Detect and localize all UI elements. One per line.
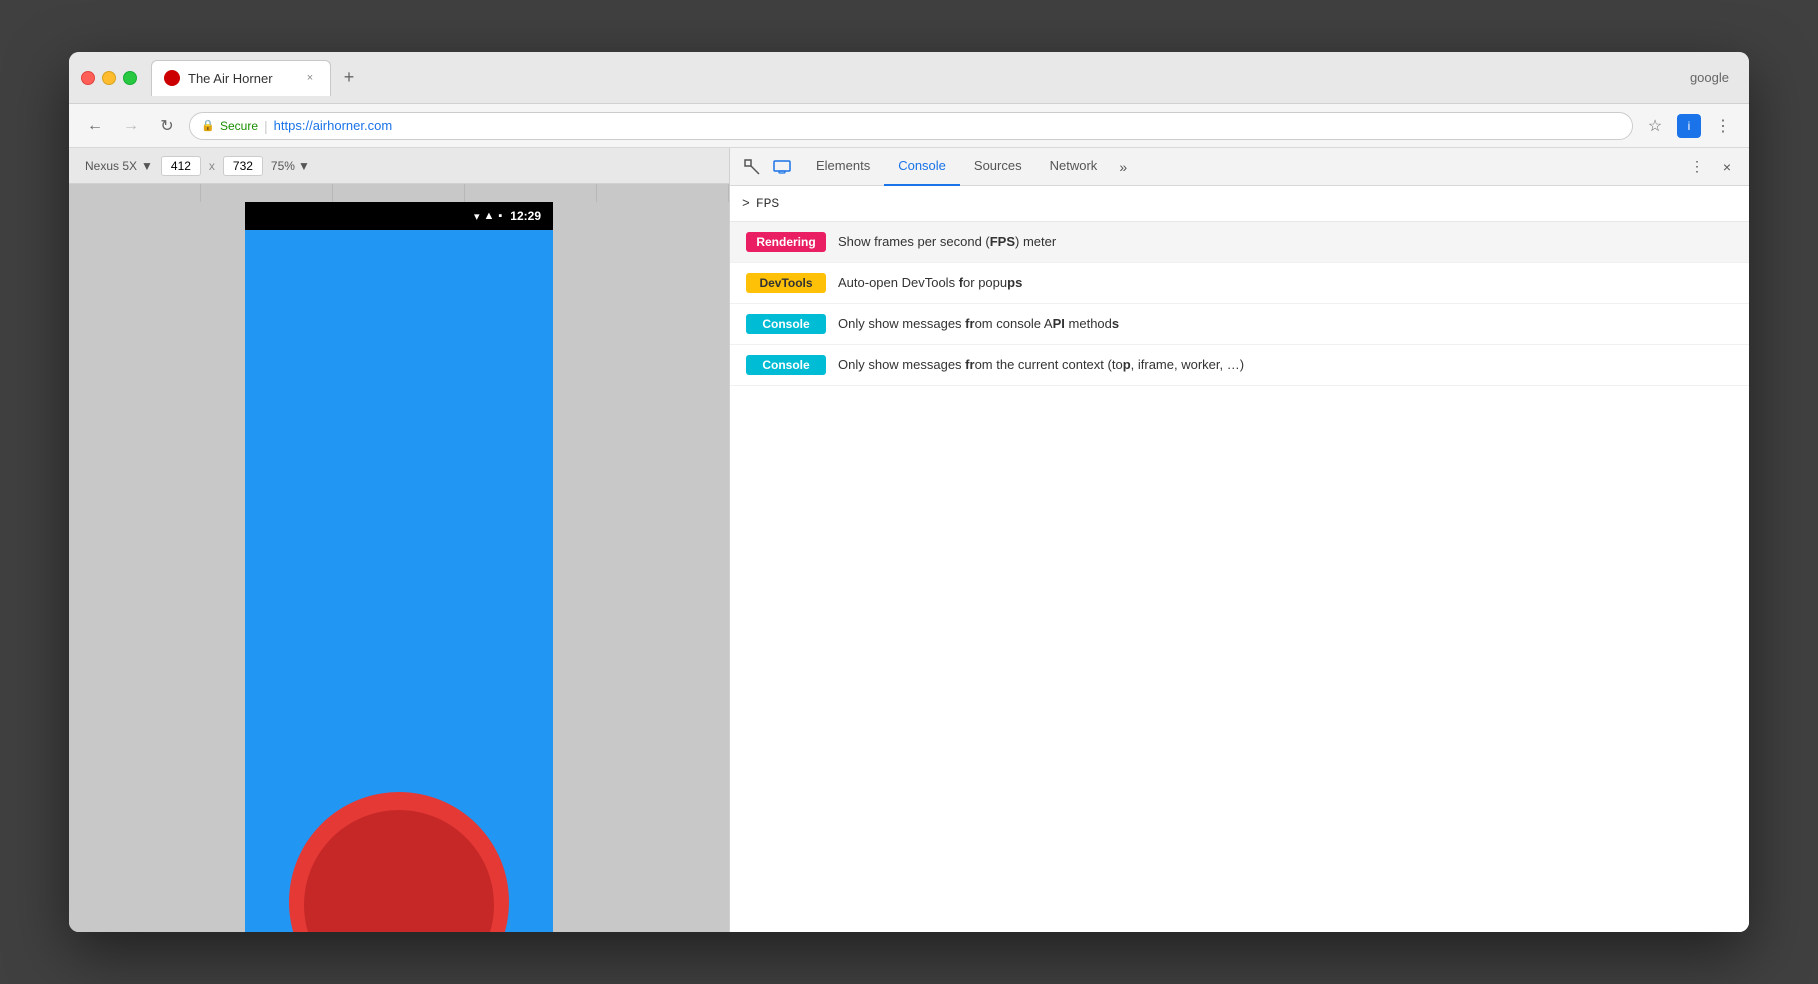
google-label: google bbox=[1690, 70, 1729, 85]
tab-favicon bbox=[164, 70, 180, 86]
width-input[interactable] bbox=[161, 156, 201, 176]
battery-icon: ▪ bbox=[498, 210, 502, 222]
device-name: Nexus 5X bbox=[85, 159, 137, 173]
tab-title: The Air Horner bbox=[188, 71, 294, 86]
autocomplete-item[interactable]: DevTools Auto-open DevTools for popups bbox=[730, 263, 1749, 304]
zoom-dropdown-icon: ▼ bbox=[298, 159, 310, 173]
autocomplete-text: Only show messages from console API meth… bbox=[838, 315, 1119, 333]
autocomplete-item[interactable]: Rendering Show frames per second (FPS) m… bbox=[730, 222, 1749, 263]
zoom-selector[interactable]: 75% ▼ bbox=[271, 159, 310, 173]
extension-button[interactable]: i bbox=[1677, 114, 1701, 138]
more-tabs-button[interactable]: » bbox=[1111, 155, 1135, 179]
autocomplete-item[interactable]: Console Only show messages from the curr… bbox=[730, 345, 1749, 386]
refresh-button[interactable]: ↻ bbox=[153, 112, 181, 140]
height-input[interactable] bbox=[223, 156, 263, 176]
autocomplete-results: Rendering Show frames per second (FPS) m… bbox=[730, 222, 1749, 932]
tab-area: The Air Horner × + bbox=[151, 60, 1682, 96]
autocomplete-text: Auto-open DevTools for popups bbox=[838, 274, 1022, 292]
browser-window: The Air Horner × + google ← → ↻ 🔒 Secure… bbox=[69, 52, 1749, 932]
devtools-close-button[interactable]: × bbox=[1713, 153, 1741, 181]
devtools-tabs: Elements Console Sources Network » bbox=[802, 148, 1681, 186]
console-badge: Console bbox=[746, 314, 826, 334]
nav-bar: ← → ↻ 🔒 Secure | https://airhorner.com ☆… bbox=[69, 104, 1749, 148]
devtools-more-button[interactable]: ⋮ bbox=[1683, 153, 1711, 181]
console-badge: Console bbox=[746, 355, 826, 375]
ruler-segment bbox=[69, 184, 201, 202]
phone-content bbox=[245, 230, 553, 932]
phone-status-bar: ▾ ▲ ▪ 12:29 bbox=[245, 202, 553, 230]
secure-label: Secure bbox=[220, 119, 258, 133]
bookmark-button[interactable]: ☆ bbox=[1641, 112, 1669, 140]
new-tab-button[interactable]: + bbox=[335, 64, 363, 92]
ruler-segment bbox=[597, 184, 729, 202]
tab-console[interactable]: Console bbox=[884, 148, 960, 186]
traffic-lights bbox=[81, 71, 137, 85]
url-separator: | bbox=[264, 118, 268, 134]
console-prompt: > bbox=[742, 196, 750, 211]
forward-button[interactable]: → bbox=[117, 112, 145, 140]
console-input-area: > bbox=[730, 186, 1749, 222]
tab-elements[interactable]: Elements bbox=[802, 148, 884, 186]
close-button[interactable] bbox=[81, 71, 95, 85]
tab-network[interactable]: Network bbox=[1036, 148, 1112, 186]
devtools-panel: Elements Console Sources Network » ⋮ × bbox=[729, 148, 1749, 932]
url-text: https://airhorner.com bbox=[274, 118, 393, 133]
ruler-segment bbox=[201, 184, 333, 202]
dimension-separator: x bbox=[209, 159, 215, 173]
zoom-level: 75% bbox=[271, 159, 295, 173]
devtools-toolbar: Elements Console Sources Network » ⋮ × bbox=[730, 148, 1749, 186]
active-tab[interactable]: The Air Horner × bbox=[151, 60, 331, 96]
device-toolbar-toggle[interactable] bbox=[768, 153, 796, 181]
back-button[interactable]: ← bbox=[81, 112, 109, 140]
console-input[interactable] bbox=[756, 196, 1737, 211]
browser-viewport: Nexus 5X ▼ x 75% ▼ bbox=[69, 148, 729, 932]
tab-close-button[interactable]: × bbox=[302, 70, 318, 86]
maximize-button[interactable] bbox=[123, 71, 137, 85]
autocomplete-text: Show frames per second (FPS) meter bbox=[838, 233, 1056, 251]
wifi-icon: ▾ bbox=[474, 210, 480, 223]
lock-icon: 🔒 bbox=[202, 119, 214, 133]
device-selector[interactable]: Nexus 5X ▼ bbox=[85, 159, 153, 173]
rendering-badge: Rendering bbox=[746, 232, 826, 252]
main-content: Nexus 5X ▼ x 75% ▼ bbox=[69, 148, 1749, 932]
chrome-menu-button[interactable]: ⋮ bbox=[1709, 112, 1737, 140]
phone-screen: ▾ ▲ ▪ 12:29 bbox=[245, 202, 553, 932]
device-dropdown-icon: ▼ bbox=[141, 159, 153, 173]
devtools-actions: ⋮ × bbox=[1683, 153, 1741, 181]
autocomplete-text: Only show messages from the current cont… bbox=[838, 356, 1244, 374]
ruler-segment bbox=[465, 184, 597, 202]
inspect-element-button[interactable] bbox=[738, 153, 766, 181]
device-toolbar: Nexus 5X ▼ x 75% ▼ bbox=[69, 148, 729, 184]
viewport-ruler bbox=[69, 184, 729, 202]
minimize-button[interactable] bbox=[102, 71, 116, 85]
autocomplete-item[interactable]: Console Only show messages from console … bbox=[730, 304, 1749, 345]
phone-frame: ▾ ▲ ▪ 12:29 bbox=[69, 202, 729, 932]
devtools-badge: DevTools bbox=[746, 273, 826, 293]
address-bar[interactable]: 🔒 Secure | https://airhorner.com bbox=[189, 112, 1633, 140]
ruler-segment bbox=[333, 184, 465, 202]
status-time: 12:29 bbox=[510, 209, 541, 223]
tab-sources[interactable]: Sources bbox=[960, 148, 1036, 186]
title-bar: The Air Horner × + google bbox=[69, 52, 1749, 104]
signal-icon: ▲ bbox=[484, 210, 495, 222]
